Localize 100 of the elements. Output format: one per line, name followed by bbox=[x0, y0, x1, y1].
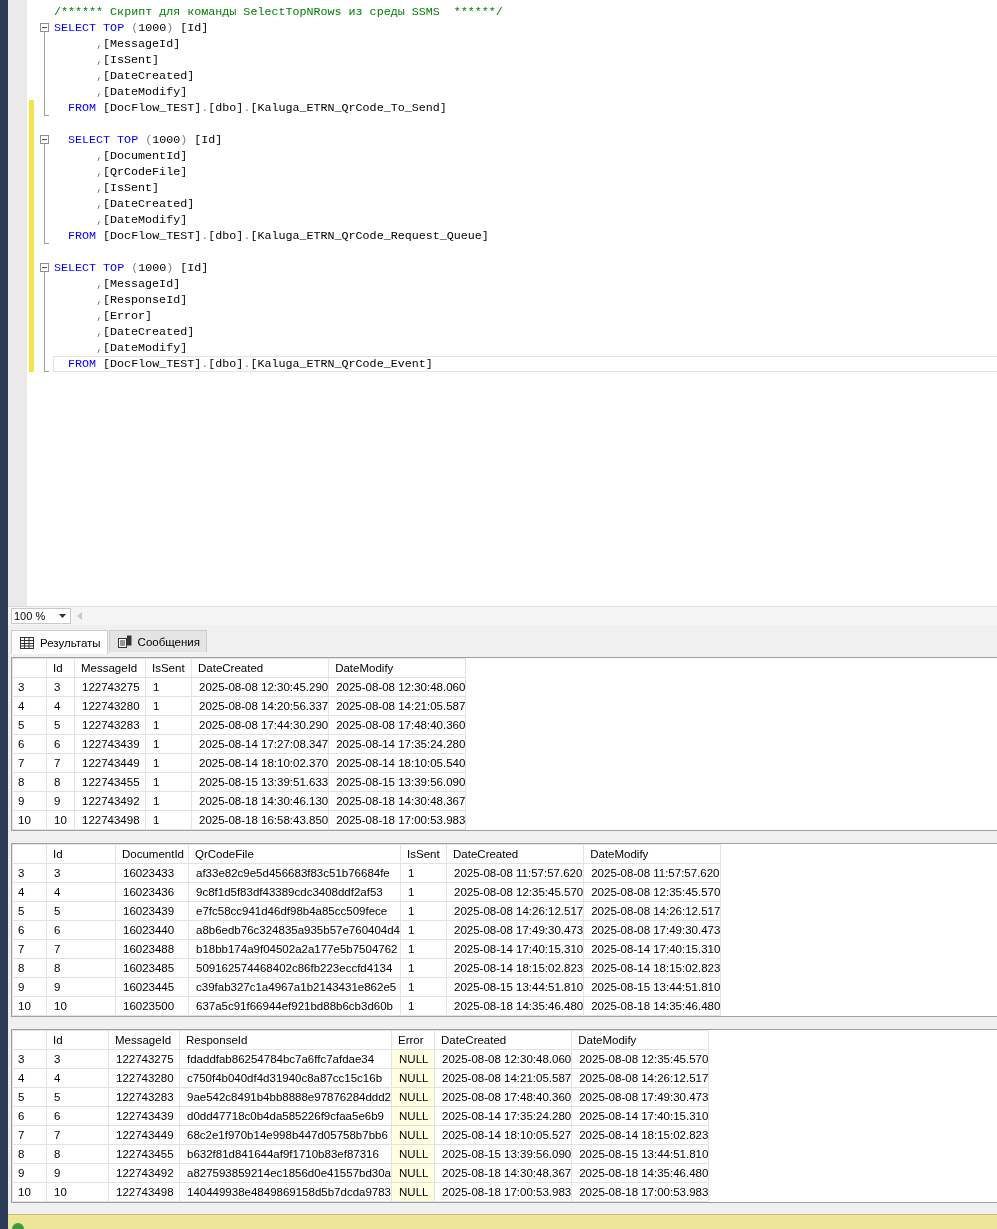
collapse-icon[interactable] bbox=[40, 135, 49, 144]
table-cell: 2025-08-15 13:39:56.090 bbox=[434, 1144, 572, 1164]
table-cell: 10 bbox=[46, 810, 75, 830]
code-line: ,[QrCodeFile] bbox=[95, 165, 188, 179]
table-cell: 2025-08-14 18:15:02.823 bbox=[446, 958, 584, 978]
column-header[interactable]: DateCreated bbox=[446, 844, 584, 864]
table-cell: 2025-08-18 14:30:48.367 bbox=[328, 791, 466, 811]
table-cell: 1 bbox=[145, 753, 192, 773]
table-cell: 6 bbox=[46, 920, 116, 940]
table-cell: 2025-08-18 14:30:48.367 bbox=[434, 1163, 572, 1183]
table-cell: 4 bbox=[46, 1068, 109, 1088]
table-cell: 122743439 bbox=[108, 1106, 180, 1126]
row-number[interactable]: 3 bbox=[12, 1049, 47, 1069]
row-number[interactable]: 10 bbox=[12, 1182, 47, 1202]
table-cell: 122743275 bbox=[74, 677, 146, 697]
code-line: FROM [DocFlow_TEST].[dbo].[Kaluga_ETRN_QrCode_Request_Queue] bbox=[67, 229, 489, 243]
table-cell: 122743455 bbox=[108, 1144, 180, 1164]
row-number[interactable]: 7 bbox=[12, 1125, 47, 1145]
table-cell: 9 bbox=[46, 977, 116, 997]
row-number[interactable]: 6 bbox=[12, 734, 47, 754]
table-cell: 2025-08-18 16:58:43.850 bbox=[191, 810, 329, 830]
table-cell: 2025-08-14 17:40:15.310 bbox=[571, 1106, 709, 1126]
table-cell: b632f81d841644af9f1710b83ef87316 bbox=[179, 1144, 392, 1164]
collapse-icon[interactable] bbox=[40, 263, 49, 272]
row-number[interactable]: 6 bbox=[12, 920, 47, 940]
table-cell: 2025-08-08 11:57:57.620 bbox=[583, 863, 721, 883]
row-number[interactable]: 7 bbox=[12, 753, 47, 773]
table-cell: 2025-08-08 17:48:40.360 bbox=[434, 1087, 572, 1107]
table-cell: 2025-08-08 12:30:45.290 bbox=[191, 677, 329, 697]
table-cell: d0dd47718c0b4da585226f9cfaa5e6b9 bbox=[179, 1106, 392, 1126]
table-cell: 2025-08-08 14:20:56.337 bbox=[191, 696, 329, 716]
code-line: SELECT TOP (1000) [Id] bbox=[54, 21, 209, 35]
table-cell: 2025-08-14 18:10:05.540 bbox=[328, 753, 466, 773]
row-number[interactable]: 3 bbox=[12, 863, 47, 883]
row-number[interactable]: 5 bbox=[12, 715, 47, 735]
code-line: ,[DateCreated] bbox=[95, 69, 195, 83]
row-number[interactable]: 5 bbox=[12, 1087, 47, 1107]
table-cell: c750f4b040df4d31940c8a87cc15c16b bbox=[179, 1068, 392, 1088]
column-header[interactable]: DateCreated bbox=[191, 658, 329, 678]
table-cell: 2025-08-08 14:21:05.587 bbox=[328, 696, 466, 716]
row-number[interactable]: 4 bbox=[12, 1068, 47, 1088]
table-cell: 7 bbox=[46, 1125, 109, 1145]
table-cell: 2025-08-14 18:10:02.370 bbox=[191, 753, 329, 773]
column-header[interactable]: MessageId bbox=[74, 658, 146, 678]
row-number[interactable]: 7 bbox=[12, 939, 47, 959]
column-header[interactable]: Id bbox=[46, 1030, 109, 1050]
code-line: FROM [DocFlow_TEST].[dbo].[Kaluga_ETRN_QrCode_Event] bbox=[67, 357, 433, 371]
table-cell: e7fc58cc941d46df98b4a85cc509fece bbox=[188, 901, 401, 921]
column-header[interactable]: Error bbox=[391, 1030, 435, 1050]
table-cell: 6 bbox=[46, 734, 75, 754]
table-cell: 7 bbox=[46, 753, 75, 773]
column-header[interactable]: ResponseId bbox=[179, 1030, 392, 1050]
column-header[interactable]: DateModify bbox=[328, 658, 466, 678]
table-cell: 16023439 bbox=[115, 901, 189, 921]
zoom-dropdown[interactable]: 100 % bbox=[11, 608, 71, 624]
row-number[interactable]: 8 bbox=[12, 772, 47, 792]
row-number[interactable]: 9 bbox=[12, 977, 47, 997]
code-line: ,[DocumentId] bbox=[95, 149, 188, 163]
table-cell: 5 bbox=[46, 715, 75, 735]
table-cell: 1 bbox=[145, 772, 192, 792]
column-header[interactable]: DateCreated bbox=[434, 1030, 572, 1050]
row-number[interactable]: 10 bbox=[12, 810, 47, 830]
column-header[interactable]: DateModify bbox=[583, 844, 721, 864]
column-header[interactable]: DateModify bbox=[571, 1030, 709, 1050]
table-cell: 2025-08-18 14:35:46.480 bbox=[446, 996, 584, 1016]
table-cell: 2025-08-18 14:30:46.130 bbox=[191, 791, 329, 811]
table-cell: 4 bbox=[46, 696, 75, 716]
column-header[interactable]: Id bbox=[46, 658, 75, 678]
table-cell: 2025-08-15 13:44:51.810 bbox=[446, 977, 584, 997]
table-cell: b18bb174a9f04502a2a177e5b7504762 bbox=[188, 939, 401, 959]
column-header[interactable]: Id bbox=[46, 844, 116, 864]
table-cell: 16023485 bbox=[115, 958, 189, 978]
table-cell: 140449938e4849869158d5b7dcda9783 bbox=[179, 1182, 392, 1202]
result-tab[interactable]: Сообщения bbox=[108, 630, 207, 652]
column-header[interactable]: QrCodeFile bbox=[188, 844, 401, 864]
table-cell: 2025-08-18 14:35:46.480 bbox=[583, 996, 721, 1016]
table-cell: 2025-08-08 12:35:45.570 bbox=[583, 882, 721, 902]
table-cell: 9c8f1d5f83df43389cdc3408ddf2af53 bbox=[188, 882, 401, 902]
code-line: FROM [DocFlow_TEST].[dbo].[Kaluga_ETRN_QrCode_To_Send] bbox=[67, 101, 447, 115]
row-number[interactable]: 8 bbox=[12, 1144, 47, 1164]
row-number[interactable]: 5 bbox=[12, 901, 47, 921]
row-number[interactable]: 10 bbox=[12, 996, 47, 1016]
row-number[interactable]: 3 bbox=[12, 677, 47, 697]
column-header[interactable]: MessageId bbox=[108, 1030, 180, 1050]
table-cell: 4 bbox=[46, 882, 116, 902]
row-number[interactable]: 4 bbox=[12, 696, 47, 716]
row-number[interactable]: 9 bbox=[12, 1163, 47, 1183]
result-tab[interactable]: Результаты bbox=[11, 630, 108, 654]
row-number[interactable]: 8 bbox=[12, 958, 47, 978]
column-header[interactable]: IsSent bbox=[400, 844, 447, 864]
row-number[interactable]: 9 bbox=[12, 791, 47, 811]
row-number[interactable]: 6 bbox=[12, 1106, 47, 1126]
row-number[interactable]: 4 bbox=[12, 882, 47, 902]
table-cell: 16023488 bbox=[115, 939, 189, 959]
column-header[interactable]: IsSent bbox=[145, 658, 192, 678]
document-icon bbox=[117, 635, 132, 648]
column-header[interactable]: DocumentId bbox=[115, 844, 189, 864]
collapse-icon[interactable] bbox=[40, 23, 49, 32]
table-cell: 16023433 bbox=[115, 863, 189, 883]
table-cell: 68c2e1f970b14e998b447d05758b7bb6 bbox=[179, 1125, 392, 1145]
